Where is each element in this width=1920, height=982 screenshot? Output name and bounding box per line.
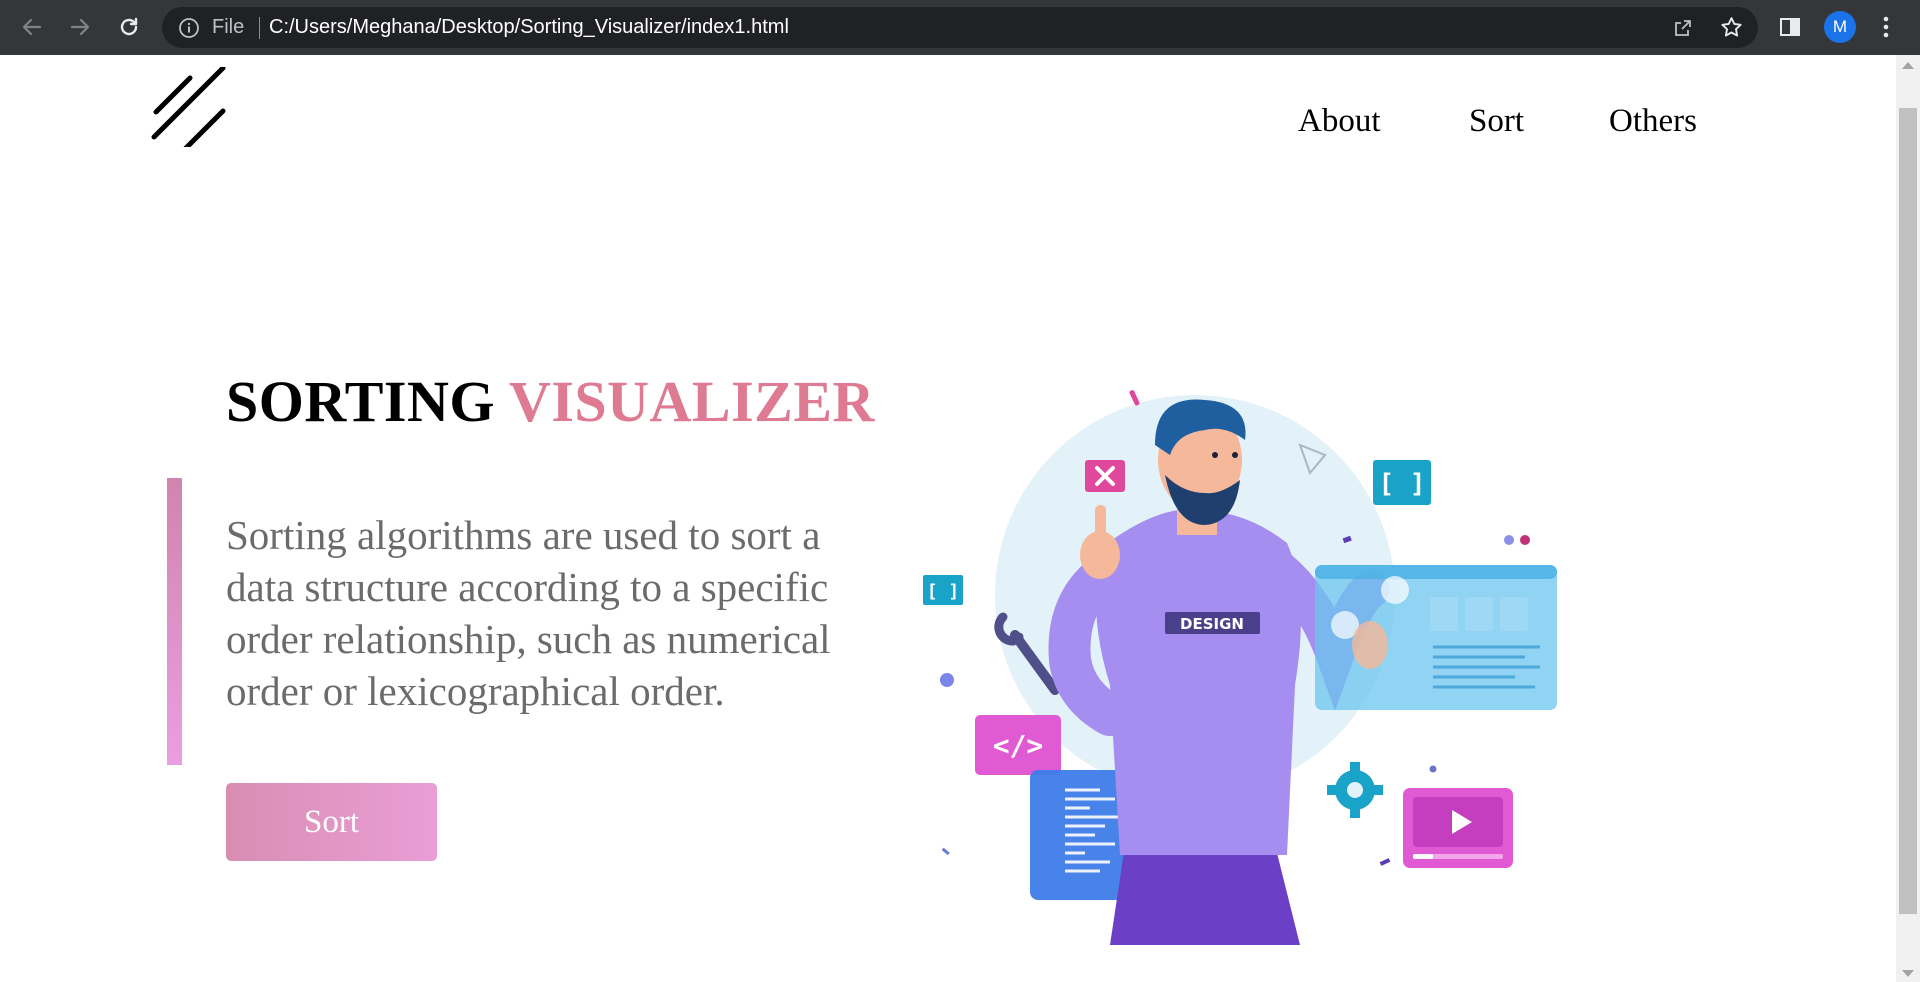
svg-text:[ ]: [ ] [927,581,960,602]
confetti-dot [1429,765,1437,773]
url-text[interactable]: C:/Users/Meghana/Desktop/Sorting_Visuali… [269,7,789,48]
info-icon[interactable] [178,17,200,39]
forward-button[interactable] [63,10,97,44]
share-icon[interactable] [1671,16,1695,40]
scroll-up-arrow[interactable] [1902,62,1914,69]
hero-description: Sorting algorithms are used to sort a da… [226,512,831,714]
quote-accent-bar [167,478,182,765]
back-arrow-icon [22,18,42,36]
svg-text:</>: </> [993,729,1044,762]
address-bar[interactable]: File C:/Users/Meghana/Desktop/Sorting_Vi… [162,7,1758,48]
gear-icon [1327,762,1383,818]
title-part-sorting: SORTING [226,369,495,434]
person-legs [1110,845,1300,945]
scrollbar-thumb[interactable] [1899,108,1917,914]
title-part-visualizer: VISUALIZER [508,369,875,434]
reload-button[interactable] [112,10,146,44]
confetti-piece [1379,858,1391,866]
browser-toolbar: File C:/Users/Meghana/Desktop/Sorting_Vi… [0,0,1920,55]
svg-text:[ ]: [ ] [1379,469,1426,499]
scroll-down-arrow[interactable] [1902,970,1914,977]
menu-button[interactable] [1870,11,1902,43]
address-separator [259,17,260,39]
nav-link-about[interactable]: About [1298,105,1381,138]
hero-title: SORTING VISUALIZER [226,373,875,431]
side-panel-icon [1780,18,1800,36]
confetti-piece [941,847,950,856]
nav-link-others[interactable]: Others [1609,105,1697,138]
star-icon[interactable] [1719,15,1744,40]
developer-illustration: [ ] [ ] </> DESIGN [923,390,1557,945]
forward-arrow-icon [70,18,90,36]
design-label-text: DESIGN [1180,615,1244,633]
page-viewport: About Sort Others SORTING VISUALIZER Sor… [0,55,1896,982]
reload-icon [120,17,138,36]
confetti-dot [1520,535,1530,545]
scheme-label: File [212,16,245,38]
sort-button[interactable]: Sort [226,783,437,861]
profile-avatar[interactable]: M [1824,11,1856,43]
logo-icon[interactable] [150,67,230,147]
side-panel-button[interactable] [1774,11,1806,43]
confetti-dot [1504,535,1514,545]
kebab-menu-icon [1883,16,1889,38]
confetti-dot [940,673,954,687]
confetti-piece [1129,390,1140,406]
back-button[interactable] [15,10,49,44]
nav-link-sort[interactable]: Sort [1469,105,1524,138]
